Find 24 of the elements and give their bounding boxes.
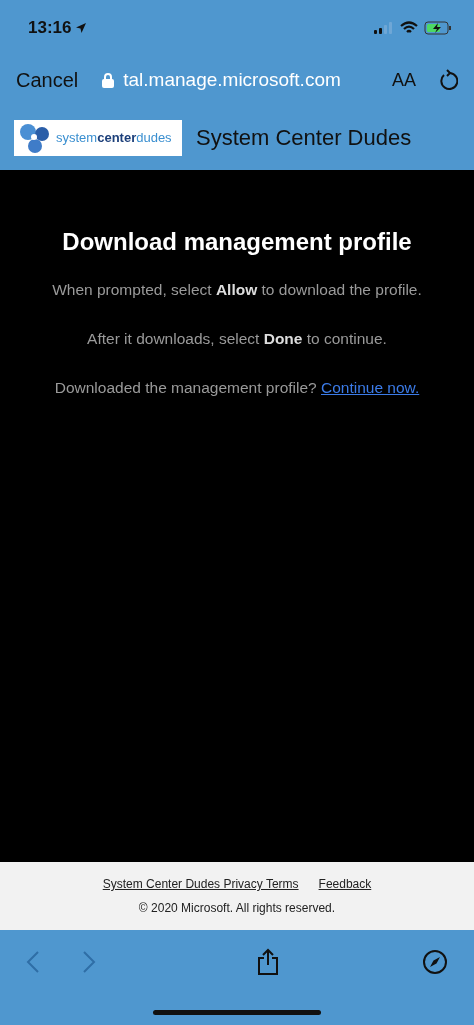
signal-icon	[374, 21, 394, 34]
battery-charging-icon	[424, 20, 452, 35]
instruction-text: Downloaded the management profile? Continue now.	[54, 378, 420, 398]
footer-link[interactable]: System Center Dudes Privacy Terms	[102, 877, 299, 891]
molecule-logo-icon	[18, 121, 52, 154]
page-heading: Download management profile	[62, 228, 412, 256]
site-logo[interactable]: systemcenterdudes	[14, 119, 182, 156]
footer-link[interactable]: Feedback	[318, 877, 372, 891]
status-time: 13:16	[28, 17, 72, 38]
lock-icon	[102, 72, 115, 88]
continue-link[interactable]: Continue now.	[321, 379, 420, 396]
reload-icon[interactable]	[438, 69, 458, 91]
wifi-icon	[400, 21, 418, 34]
copyright-text: © 2020 Microsoft. All rights reserved.	[138, 901, 336, 915]
site-title: System Center Dudes	[196, 124, 412, 151]
text-size-button[interactable]: AA	[392, 69, 416, 91]
url-field[interactable]: tal.manage.microsoft.com	[123, 69, 341, 91]
share-icon[interactable]	[256, 948, 280, 976]
location-arrow-icon	[75, 21, 88, 34]
compass-icon[interactable]	[422, 949, 448, 975]
instruction-text: When prompted, select Allow to download the profile.	[52, 280, 422, 300]
logo-wordmark: systemcenterdudes	[56, 130, 172, 145]
instruction-text: After it downloads, select Done to continue.	[87, 329, 387, 349]
cancel-button[interactable]: Cancel	[16, 68, 79, 92]
